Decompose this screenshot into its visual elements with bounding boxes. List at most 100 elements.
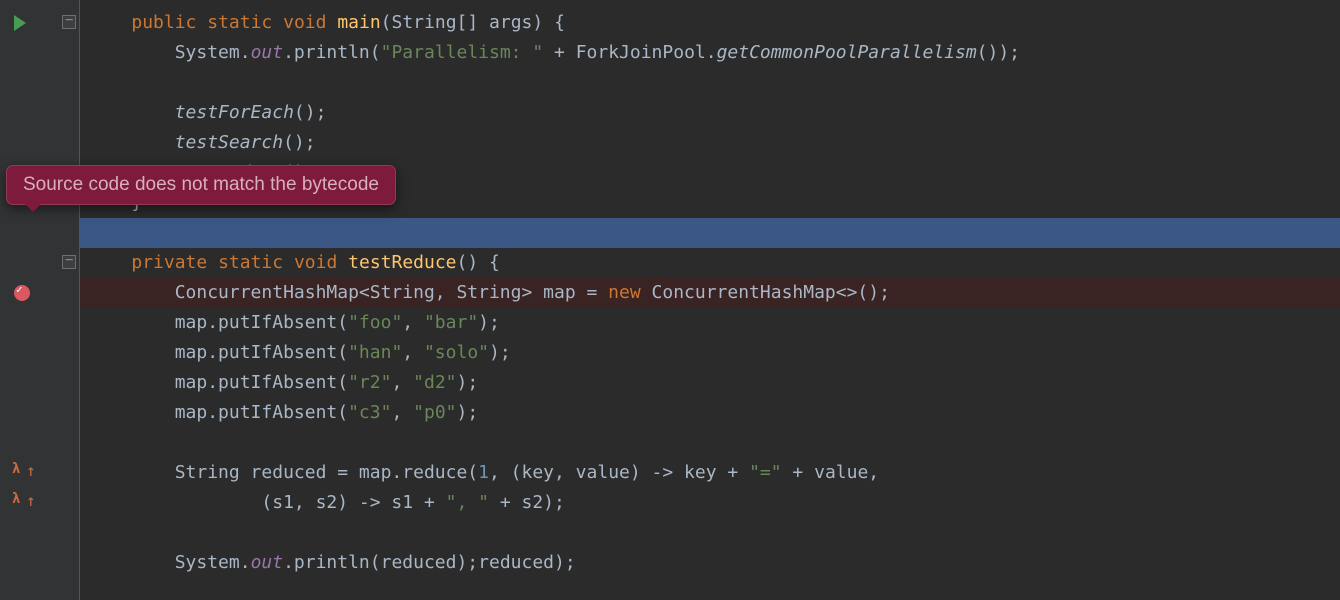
static-field: out — [251, 552, 284, 573]
keyword: new — [608, 282, 641, 303]
gutter-row[interactable]: λ ↑ — [0, 458, 79, 488]
gutter-row[interactable] — [0, 8, 79, 38]
code-text: + ForkJoinPool. — [543, 42, 716, 63]
code-line[interactable]: String reduced = map.reduce(1, (key, val… — [80, 458, 1340, 488]
string-literal: "solo" — [424, 342, 489, 363]
tooltip-text: Source code does not match the bytecode — [23, 174, 379, 195]
string-literal: "r2" — [348, 372, 391, 393]
code-text: System. — [88, 552, 251, 573]
code-area[interactable]: public static void main(String[] args) {… — [80, 0, 1340, 600]
keyword: void — [283, 12, 326, 33]
keyword: private — [131, 252, 207, 273]
code-line[interactable]: public static void main(String[] args) { — [80, 8, 1340, 38]
code-text: System. — [88, 42, 251, 63]
code-text: , — [402, 342, 424, 363]
code-line[interactable]: map.putIfAbsent("r2", "d2"); — [80, 368, 1340, 398]
code-line[interactable]: testSearch(); — [80, 128, 1340, 158]
execution-point-line[interactable] — [80, 218, 1340, 248]
code-text: () { — [457, 252, 500, 273]
string-literal: "Parallelism: " — [381, 42, 544, 63]
code-text: map.putIfAbsent( — [88, 312, 348, 333]
gutter-row[interactable] — [0, 128, 79, 158]
code-text: map.putIfAbsent( — [88, 372, 348, 393]
code-text: .println(reduced); — [283, 552, 478, 573]
code-line[interactable] — [80, 68, 1340, 98]
code-editor[interactable]: ✓ λ ↑ λ ↑ public static void main(String… — [0, 0, 1340, 600]
keyword: public — [131, 12, 196, 33]
string-literal: "c3" — [348, 402, 391, 423]
keyword: static — [207, 12, 272, 33]
gutter-row[interactable] — [0, 548, 79, 578]
code-text: map.putIfAbsent( — [88, 402, 348, 423]
string-literal: "p0" — [413, 402, 456, 423]
code-text: , (key, value) -> key + — [489, 462, 749, 483]
code-line[interactable]: (s1, s2) -> s1 + ", " + s2); — [80, 488, 1340, 518]
code-text: ); — [457, 372, 479, 393]
static-method: testForEach — [88, 102, 294, 123]
string-literal: "han" — [348, 342, 402, 363]
gutter-row[interactable] — [0, 218, 79, 248]
keyword: void — [294, 252, 337, 273]
breakpoint-check-icon: ✓ — [16, 283, 23, 296]
code-line[interactable]: testForEach(); — [80, 98, 1340, 128]
string-literal: "foo" — [348, 312, 402, 333]
gutter-row[interactable] — [0, 98, 79, 128]
arrow-up-icon: ↑ — [26, 461, 36, 480]
code-text: + s2); — [489, 492, 565, 513]
code-text: + value, — [782, 462, 880, 483]
code-line[interactable] — [80, 518, 1340, 548]
gutter-row[interactable] — [0, 68, 79, 98]
string-literal: "d2" — [413, 372, 456, 393]
fold-collapse-icon[interactable] — [62, 15, 76, 29]
arrow-up-icon: ↑ — [26, 491, 36, 510]
fold-collapse-icon[interactable] — [62, 255, 76, 269]
code-text: (); — [294, 102, 327, 123]
gutter-row[interactable] — [0, 38, 79, 68]
string-literal: ", " — [446, 492, 489, 513]
code-line[interactable]: System.out.println("Parallelism: " + For… — [80, 38, 1340, 68]
gutter[interactable]: ✓ λ ↑ λ ↑ — [0, 0, 80, 600]
code-line[interactable]: System.out.println(reduced);reduced); — [80, 548, 1340, 578]
code-text: ()); — [977, 42, 1020, 63]
code-line[interactable]: map.putIfAbsent("foo", "bar"); — [80, 308, 1340, 338]
code-line[interactable]: map.putIfAbsent("c3", "p0"); — [80, 398, 1340, 428]
method-name: main — [337, 12, 380, 33]
gutter-row[interactable] — [0, 428, 79, 458]
gutter-row[interactable] — [0, 338, 79, 368]
keyword: static — [218, 252, 283, 273]
code-text: (s1, s2) -> s1 + — [88, 492, 446, 513]
code-line[interactable]: private static void testReduce() { — [80, 248, 1340, 278]
code-text: ); — [489, 342, 511, 363]
run-icon[interactable] — [14, 15, 26, 31]
static-field: out — [251, 42, 284, 63]
code-text: ConcurrentHashMap<String, String> map = — [88, 282, 608, 303]
code-text: map.putIfAbsent( — [88, 342, 348, 363]
code-text: ); — [457, 402, 479, 423]
lambda-step-icon[interactable]: λ — [12, 491, 20, 507]
gutter-row[interactable] — [0, 308, 79, 338]
static-method: getCommonPoolParallelism — [717, 42, 977, 63]
code-line[interactable] — [80, 428, 1340, 458]
string-literal: "bar" — [424, 312, 478, 333]
code-text: String reduced = map.reduce( — [88, 462, 478, 483]
lambda-step-icon[interactable]: λ — [12, 461, 20, 477]
tooltip-bytecode-mismatch: Source code does not match the bytecode — [6, 165, 396, 205]
method-name: testReduce — [348, 252, 456, 273]
string-literal: "=" — [749, 462, 782, 483]
code-text: ConcurrentHashMap<>(); — [641, 282, 890, 303]
gutter-row[interactable] — [0, 248, 79, 278]
breakpoint-line[interactable]: ConcurrentHashMap<String, String> map = … — [80, 278, 1340, 308]
gutter-row[interactable]: ✓ — [0, 278, 79, 308]
gutter-row[interactable] — [0, 518, 79, 548]
code-text: , — [391, 372, 413, 393]
code-text: (); — [283, 132, 316, 153]
code-text: , — [391, 402, 413, 423]
static-method: testSearch — [88, 132, 283, 153]
gutter-row[interactable]: λ ↑ — [0, 488, 79, 518]
code-line[interactable]: map.putIfAbsent("han", "solo"); — [80, 338, 1340, 368]
gutter-row[interactable] — [0, 398, 79, 428]
code-text: ); — [478, 312, 500, 333]
number-literal: 1 — [478, 462, 489, 483]
gutter-row[interactable] — [0, 368, 79, 398]
code-text: , — [402, 312, 424, 333]
